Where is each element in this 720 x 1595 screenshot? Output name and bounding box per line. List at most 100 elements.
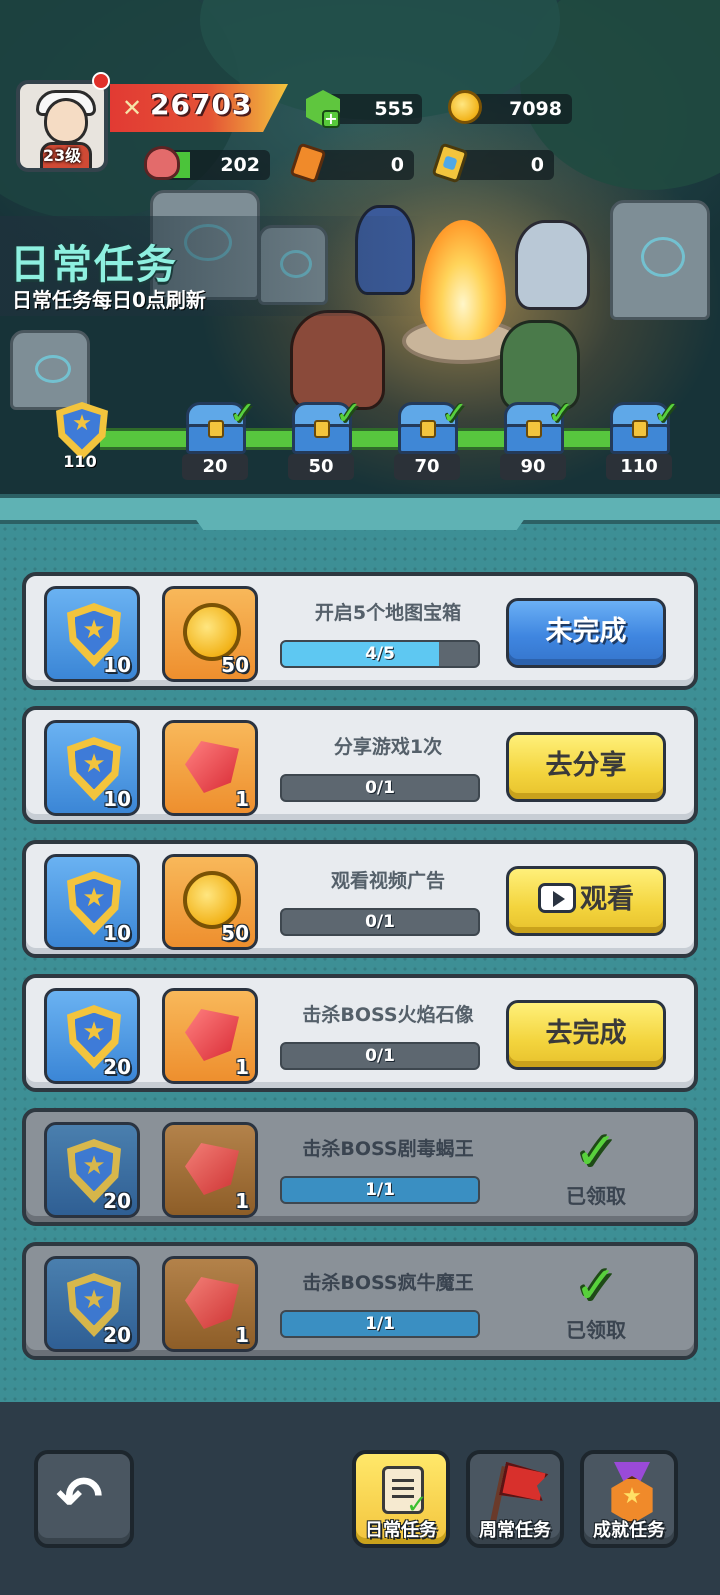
activity-reward: ★ 20 [44,1256,140,1352]
task-title: 击杀BOSS疯牛魔王 [302,1272,474,1294]
combat-power-value: 26703 [150,88,253,121]
avatar-face [44,98,88,144]
reward-count: 50 [221,921,249,945]
check-icon: ✓ [441,394,468,432]
milestone-chest-2[interactable]: ✓ [288,394,362,456]
notification-dot [92,72,110,90]
item-reward: 1 [162,1256,258,1352]
task-title: 观看视频广告 [330,870,445,892]
task-card: ★ 10 50 观看视频广告 0/1 观看 [22,840,698,958]
gold-coin-icon [448,90,482,124]
task-progress-bar: 4/5 [280,640,480,668]
check-icon: ✓ [653,394,680,432]
red-flag-icon [499,1462,549,1504]
tab-label: 日常任务 [365,1520,437,1541]
task-card: ★ 20 1 击杀BOSS疯牛魔王 1/1 ✓ 已领取 [22,1242,698,1360]
task-card: ★ 10 1 分享游戏1次 0/1 去分享 [22,706,698,824]
task-progress-text: 0/1 [365,912,395,932]
activity-reward: ★ 20 [44,1122,140,1218]
task-progress-text: 1/1 [365,1314,395,1334]
panel-notch [182,500,538,530]
check-icon: ✓ [229,394,256,432]
red-hair-swordswoman-figure [515,220,590,310]
milestone-chest-5[interactable]: ✓ [606,394,680,456]
reward-count: 1 [235,1323,249,1347]
add-gems-icon[interactable]: + [322,110,340,128]
task-progress-bar: 1/1 [280,1310,480,1338]
tv-icon [538,882,576,913]
task-action-label: 去分享 [545,750,627,781]
activity-points-value: 110 [63,452,97,471]
task-action-button[interactable]: 去完成 [506,1000,666,1070]
task-action-button[interactable]: 未完成 [506,598,666,668]
ticket-a-value: 0 [390,154,404,176]
reward-count: 10 [103,653,131,677]
tab-achievements[interactable]: ★ 成就任务 [580,1450,678,1548]
claimed-label: 已领取 [566,1318,626,1342]
coins-value: 7098 [509,98,562,120]
red-crystal-icon [185,741,239,793]
meat-icon [144,146,180,180]
milestone-label: 70 [394,454,460,480]
tab-label: 成就任务 [593,1520,665,1541]
reward-count: 1 [235,787,249,811]
task-progress-text: 4/5 [365,644,395,664]
task-progress-text: 0/1 [365,778,395,798]
milestone-label: 50 [288,454,354,480]
milestone-label: 90 [500,454,566,480]
item-reward: 1 [162,720,258,816]
item-reward: 1 [162,988,258,1084]
task-title: 击杀BOSS火焰石像 [302,1004,474,1026]
milestone-label: 20 [182,454,248,480]
crossed-swords-icon: ✕ [121,94,143,122]
activity-reward: ★ 10 [44,586,140,682]
milestone-chest-1[interactable]: ✓ [182,394,256,456]
star-icon: ★ [622,1484,642,1509]
milestone-chest-3[interactable]: ✓ [394,394,468,456]
task-progress-bar: 0/1 [280,774,480,802]
item-reward: 50 [162,586,258,682]
reward-count: 1 [235,1189,249,1213]
task-action-button[interactable]: 观看 [506,866,666,936]
gems-value: 555 [374,98,414,120]
back-button[interactable]: ↶ [34,1450,134,1548]
claimed-label: 已领取 [566,1184,626,1208]
red-crystal-icon [185,1009,239,1061]
player-avatar[interactable]: 23级 [16,80,108,172]
task-title: 击杀BOSS剧毒蝎王 [302,1138,474,1160]
reward-count: 20 [103,1055,131,1079]
ticket-b-value: 0 [530,154,544,176]
activity-reward: ★ 10 [44,720,140,816]
reward-count: 10 [103,921,131,945]
campfire-flame-icon [420,220,506,340]
task-progress-bar: 1/1 [280,1176,480,1204]
task-action-button[interactable]: 去分享 [506,732,666,802]
red-crystal-icon [185,1143,239,1195]
task-title: 开启5个地图宝箱 [314,602,462,624]
reward-count: 50 [221,653,249,677]
task-card: ★ 10 50 开启5个地图宝箱 4/5 未完成 [22,572,698,690]
page-title: 日常任务 [10,242,178,288]
back-arrow-icon: ↶ [56,1465,103,1530]
claimed-status: ✓ 已领取 [556,1124,636,1209]
milestone-label: 110 [606,454,672,480]
activity-reward: ★ 20 [44,988,140,1084]
reward-count: 10 [103,787,131,811]
check-icon: ✓ [574,1256,618,1316]
task-progress-text: 0/1 [365,1046,395,1066]
check-icon: ✓ [574,1122,618,1182]
item-reward: 1 [162,1122,258,1218]
tab-daily-tasks[interactable]: ✓ 日常任务 [352,1450,450,1548]
tab-label: 周常任务 [479,1520,551,1541]
task-progress-bar: 0/1 [280,908,480,936]
check-icon: ✓ [335,394,362,432]
stamina-value: 202 [220,154,260,176]
task-action-label: 去完成 [545,1018,627,1049]
milestone-chest-4[interactable]: ✓ [500,394,574,456]
page-subtitle: 日常任务每日0点刷新 [12,288,206,312]
check-icon: ✓ [547,394,574,432]
tab-weekly-tasks[interactable]: 周常任务 [466,1450,564,1548]
reward-count: 20 [103,1189,131,1213]
item-reward: 50 [162,854,258,950]
claimed-status: ✓ 已领取 [556,1258,636,1343]
